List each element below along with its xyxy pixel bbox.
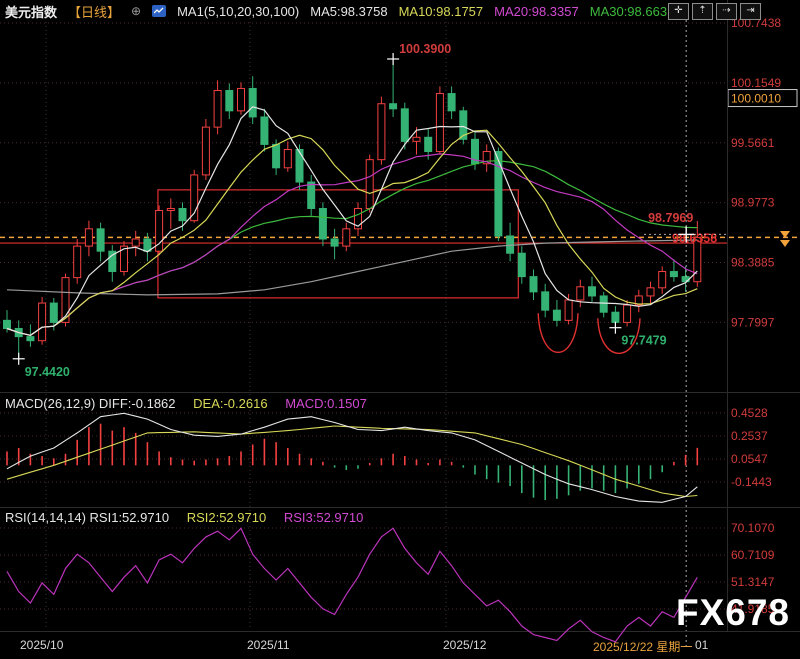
x-axis-label: 2025/11 xyxy=(247,638,290,652)
chart-toolbar: ✛ ⇡ ⇢ ⇥ xyxy=(668,3,761,20)
extreme-labels: 97.4420 100.3900 97.7479 98.7969 xyxy=(12,42,693,379)
chart-canvas[interactable]: 97.4420 100.3900 97.7479 98.7969 98.6358 100.… xyxy=(0,0,800,659)
svg-text:60.7109: 60.7109 xyxy=(731,548,775,562)
macd-series xyxy=(6,412,699,503)
x-axis-label: 01 xyxy=(695,638,709,652)
zoom-vertical-icon[interactable]: ⇡ xyxy=(692,3,713,20)
svg-text:70.1070: 70.1070 xyxy=(731,521,775,535)
current-price-label: 98.6358 xyxy=(672,231,717,245)
svg-text:0.4528: 0.4528 xyxy=(731,406,768,420)
rsi3-label: RSI3:52.9710 xyxy=(283,510,364,525)
ma20-value: MA20:98.3357 xyxy=(494,3,579,19)
svg-text:0.2537: 0.2537 xyxy=(731,429,768,443)
macd-diff-label: MACD(26,12,9) DIFF:-0.1862 xyxy=(5,396,176,411)
rsi1-label: RSI(14,14,14) RSI1:52.9710 xyxy=(5,510,170,525)
svg-text:97.4420: 97.4420 xyxy=(25,365,70,379)
svg-text:100.0010: 100.0010 xyxy=(731,92,781,106)
svg-text:100.3900: 100.3900 xyxy=(399,42,451,56)
candlestick-chart-icon[interactable] xyxy=(152,5,167,17)
add-indicator-icon[interactable]: ⊕ xyxy=(131,4,141,18)
x-axis-label: 2025/12/22 星期一 xyxy=(593,640,693,654)
x-axis-label: 2025/12 xyxy=(443,638,487,652)
trading-chart-window: 97.4420 100.3900 97.7479 98.7969 98.6358 100.… xyxy=(0,0,800,659)
moving-average-lines xyxy=(6,106,698,336)
zoom-horizontal-icon[interactable]: ⇢ xyxy=(716,3,737,20)
period-tag[interactable]: 【日线】 xyxy=(68,2,120,21)
crosshair xyxy=(644,10,727,648)
candlestick-series[interactable] xyxy=(3,58,702,359)
macd-dea-label: DEA:-0.2616 xyxy=(193,396,268,411)
fx678-watermark: FX678 xyxy=(676,592,791,633)
ma5-value: MA5:98.3758 xyxy=(310,3,388,19)
crosshair-pan-icon[interactable]: ✛ xyxy=(668,3,689,20)
macd-value-label: MACD:0.1507 xyxy=(285,396,367,411)
y-axis-labels: 100.7438100.154999.566198.977398.388597.… xyxy=(727,16,798,616)
svg-text:98.7969: 98.7969 xyxy=(648,211,693,225)
svg-text:97.7997: 97.7997 xyxy=(731,315,775,329)
svg-text:98.3885: 98.3885 xyxy=(731,256,775,270)
svg-text:-0.1443: -0.1443 xyxy=(731,475,772,489)
ma10-value: MA10:98.1757 xyxy=(398,3,484,19)
pane-separators xyxy=(0,0,800,632)
symbol-title: 美元指数 xyxy=(5,4,58,20)
svg-text:99.5661: 99.5661 xyxy=(731,136,775,150)
x-axis-label: 2025/10 xyxy=(20,638,64,652)
svg-text:100.1549: 100.1549 xyxy=(731,76,781,90)
rsi-line xyxy=(6,527,698,643)
macd-pane-header: MACD(26,12,9) DIFF:-0.1862 DEA:-0.2616 M… xyxy=(5,396,381,411)
svg-text:97.7479: 97.7479 xyxy=(621,334,666,348)
chart-header: 美元指数 【日线】 ⊕ MA1(5,10,20,30,100) MA5:98.3… xyxy=(0,0,667,22)
time-axis[interactable]: 2025/10 2025/11 2025/12 2025/12/22 星期一 01 xyxy=(0,636,800,656)
rsi2-label: RSI2:52.9710 xyxy=(186,510,267,525)
svg-text:51.3147: 51.3147 xyxy=(731,575,775,589)
svg-text:0.0547: 0.0547 xyxy=(731,452,768,466)
rsi-pane-header: RSI(14,14,14) RSI1:52.9710 RSI2:52.9710 … xyxy=(5,510,377,525)
price-line-marker xyxy=(780,231,790,247)
ma-settings-label[interactable]: MA1(5,10,20,30,100) xyxy=(177,4,299,19)
jump-latest-icon[interactable]: ⇥ xyxy=(740,3,761,20)
ma30-value: MA30:98.663 xyxy=(589,3,668,19)
svg-text:98.9773: 98.9773 xyxy=(731,196,775,210)
